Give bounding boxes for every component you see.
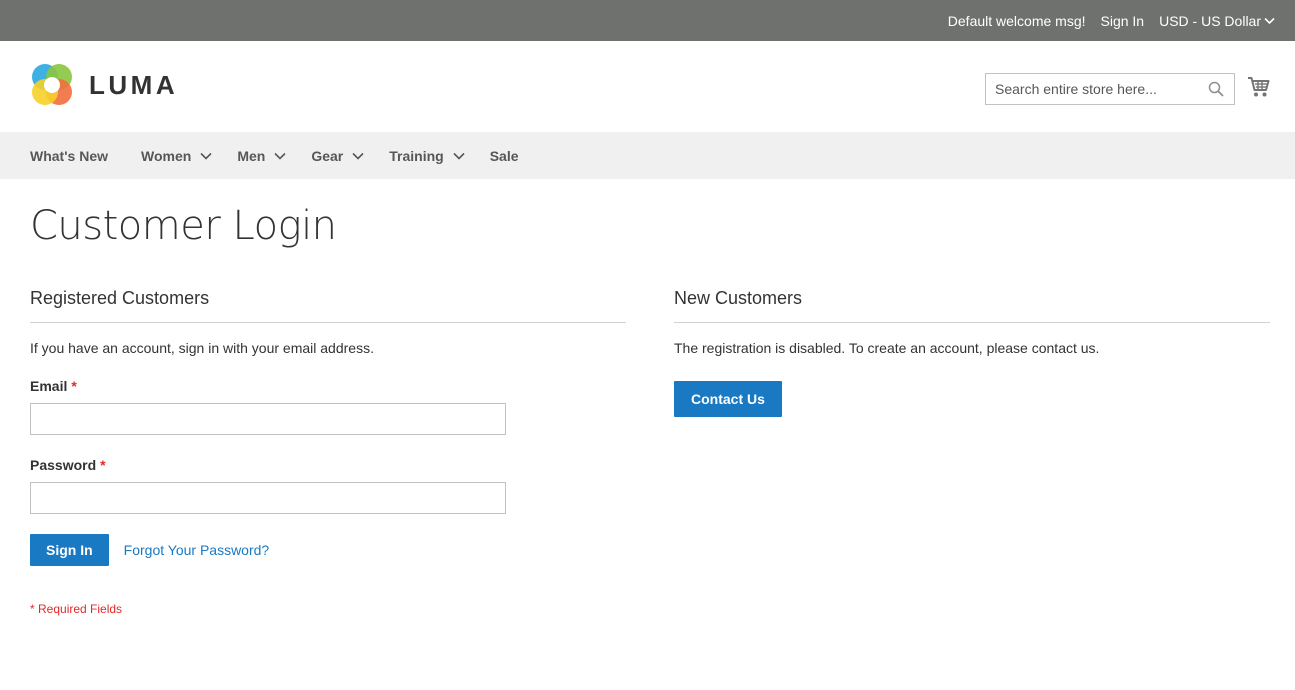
luma-logo-icon xyxy=(32,64,72,105)
search-input[interactable] xyxy=(986,74,1196,104)
currency-label: USD - US Dollar xyxy=(1159,12,1261,29)
search-icon[interactable] xyxy=(1208,81,1224,97)
forgot-password-link[interactable]: Forgot Your Password? xyxy=(124,542,270,558)
nav-item-women[interactable]: Women xyxy=(141,148,212,164)
site-header: LUMA xyxy=(0,41,1295,132)
welcome-message: Default welcome msg! xyxy=(947,12,1086,29)
registered-customers-title: Registered Customers xyxy=(30,288,626,323)
currency-switcher[interactable]: USD - US Dollar xyxy=(1159,13,1275,29)
site-logo[interactable]: LUMA xyxy=(30,63,178,107)
contact-us-button[interactable]: Contact Us xyxy=(674,381,782,417)
top-bar: Default welcome msg! Sign In USD - US Do… xyxy=(0,0,1295,41)
new-customers-text: The registration is disabled. To create … xyxy=(674,340,1100,356)
nav-item-label: Women xyxy=(141,147,192,164)
top-sign-in-link[interactable]: Sign In xyxy=(1101,13,1145,29)
required-asterisk: * xyxy=(71,378,77,394)
nav-item-label: What's New xyxy=(30,147,109,164)
password-field[interactable] xyxy=(30,482,506,514)
contact-actions: Contact Us xyxy=(674,381,1270,417)
nav-item-label: Men xyxy=(237,147,266,164)
sign-in-button[interactable]: Sign In xyxy=(30,534,109,566)
nav-item-label: Sale xyxy=(489,147,519,164)
page-title: Customer Login xyxy=(30,203,337,249)
password-label-text: Password xyxy=(30,457,97,473)
search-box xyxy=(985,73,1235,105)
login-actions: Sign In Forgot Your Password? xyxy=(30,534,626,566)
chevron-down-icon xyxy=(453,152,465,160)
email-label-text: Email xyxy=(30,378,68,394)
email-field[interactable] xyxy=(30,403,506,435)
main-navigation: What's New Women Men Gear Training Sale xyxy=(0,132,1295,179)
required-fields-note: * Required Fields xyxy=(30,602,123,616)
registered-customers-block: Registered Customers If you have an acco… xyxy=(30,288,626,616)
nav-item-label: Gear xyxy=(311,147,344,164)
nav-item-sale[interactable]: Sale xyxy=(490,148,519,164)
registered-intro-text: If you have an account, sign in with you… xyxy=(30,340,374,356)
new-customers-block: New Customers The registration is disabl… xyxy=(674,288,1270,417)
chevron-down-icon xyxy=(200,152,212,160)
chevron-down-icon xyxy=(274,152,286,160)
new-customers-title: New Customers xyxy=(674,288,1270,323)
nav-item-gear[interactable]: Gear xyxy=(311,148,364,164)
cart-icon[interactable] xyxy=(1247,76,1270,98)
email-label: Email * xyxy=(30,378,626,394)
chevron-down-icon xyxy=(1264,17,1275,24)
nav-item-what-s-new[interactable]: What's New xyxy=(30,148,108,164)
nav-item-men[interactable]: Men xyxy=(237,148,286,164)
nav-item-training[interactable]: Training xyxy=(389,147,465,164)
nav-item-label: Training xyxy=(389,147,444,164)
required-asterisk: * xyxy=(100,457,106,473)
password-label: Password * xyxy=(30,457,626,473)
logo-text: LUMA xyxy=(89,69,179,100)
chevron-down-icon xyxy=(352,152,364,160)
